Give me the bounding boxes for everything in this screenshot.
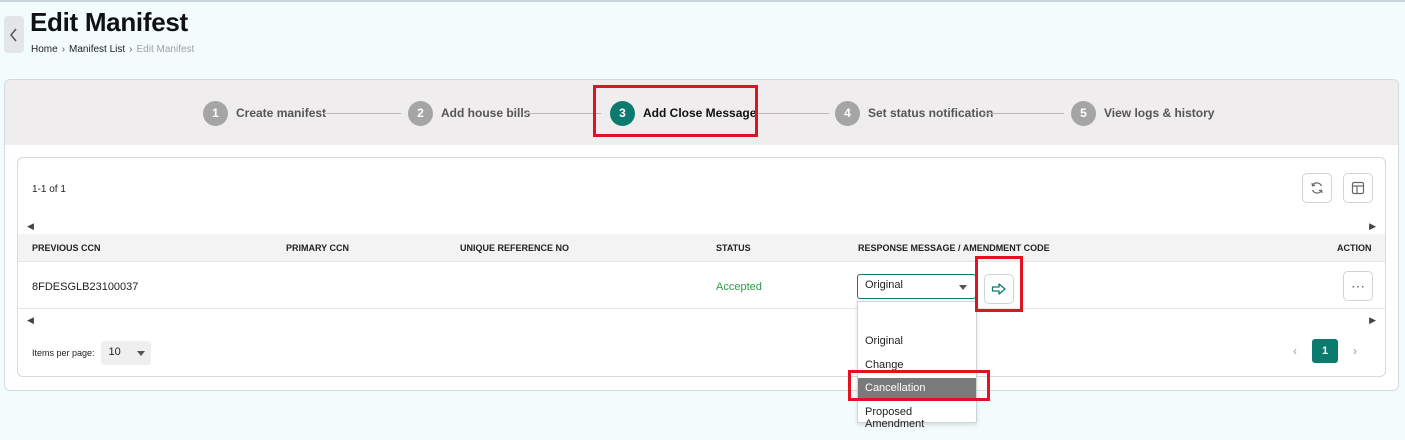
- stepper: 1 Create manifest 2 Add house bills 3 Ad…: [5, 80, 1398, 145]
- page-title: Edit Manifest: [30, 7, 188, 37]
- items-per-page-value: 10: [108, 346, 121, 358]
- next-page-icon[interactable]: ›: [1348, 344, 1362, 358]
- step-add-close-message[interactable]: 3 Add Close Message: [610, 100, 756, 126]
- page-button-current[interactable]: 1: [1312, 339, 1338, 363]
- column-header-previous-ccn[interactable]: PREVIOUS CCN: [32, 243, 101, 253]
- manifest-card: 1 Create manifest 2 Add house bills 3 Ad…: [4, 79, 1399, 391]
- caret-down-icon: [136, 351, 145, 356]
- step-set-status-notification[interactable]: 4 Set status notification: [835, 100, 993, 126]
- option-proposed-amendment[interactable]: Proposed Amendment: [858, 402, 976, 430]
- step-label: Set status notification: [868, 106, 994, 120]
- column-header-response-message[interactable]: RESPONSE MESSAGE / AMENDMENT CODE: [858, 243, 1050, 253]
- scroll-right-icon[interactable]: ▶: [1369, 315, 1376, 326]
- step-label: Add house bills: [441, 106, 531, 120]
- more-horizontal-icon: ⋯: [1351, 277, 1365, 294]
- table-row: 8FDESGLB23100037 Accepted Original ⋯: [18, 263, 1385, 309]
- breadcrumb: Home › Manifest List › Edit Manifest: [31, 44, 194, 55]
- horizontal-scrollbar-bottom[interactable]: ◀ ▶: [18, 313, 1385, 327]
- step-number: 1: [203, 100, 228, 126]
- top-border: [0, 0, 1405, 2]
- step-create-manifest[interactable]: 1 Create manifest: [203, 100, 326, 126]
- column-header-unique-ref[interactable]: UNIQUE REFERENCE NO: [460, 243, 569, 253]
- caret-down-icon: [959, 285, 967, 290]
- step-number: 3: [610, 100, 635, 126]
- select-value: Original: [865, 279, 903, 291]
- layout-icon: [1351, 181, 1365, 195]
- step-connector: [323, 113, 401, 114]
- step-view-logs-history[interactable]: 5 View logs & history: [1071, 100, 1214, 126]
- pagination: ‹ 1 ›: [1288, 339, 1362, 363]
- horizontal-scrollbar[interactable]: ◀ ▶: [18, 219, 1385, 233]
- items-per-page-select[interactable]: 10: [100, 341, 151, 365]
- column-header-action: ACTION: [1337, 243, 1372, 253]
- step-number: 4: [835, 100, 860, 126]
- scroll-right-icon[interactable]: ▶: [1369, 221, 1376, 232]
- refresh-button[interactable]: [1302, 173, 1332, 203]
- column-settings-button[interactable]: [1343, 173, 1373, 203]
- prev-page-icon[interactable]: ‹: [1288, 344, 1302, 358]
- arrow-right-icon: [991, 283, 1006, 295]
- breadcrumb-manifest-list[interactable]: Manifest List: [69, 44, 125, 55]
- step-number: 5: [1071, 100, 1096, 126]
- scroll-left-icon[interactable]: ◀: [27, 315, 34, 326]
- breadcrumb-separator-icon: ›: [129, 44, 133, 55]
- option-change[interactable]: Change: [858, 355, 976, 375]
- step-label: View logs & history: [1104, 106, 1215, 120]
- refresh-icon: [1311, 182, 1323, 194]
- step-connector: [757, 113, 829, 114]
- items-per-page-label: Items per page:: [32, 348, 95, 358]
- record-count: 1-1 of 1: [32, 184, 66, 195]
- table-container: 1-1 of 1 ◀ ▶ PREVIOUS CCN PRIMARY CCN UN…: [17, 157, 1386, 377]
- scroll-left-icon[interactable]: ◀: [27, 221, 34, 232]
- step-label: Add Close Message: [643, 106, 757, 120]
- column-header-status[interactable]: STATUS: [716, 243, 751, 253]
- items-per-page: Items per page: 10: [32, 341, 151, 365]
- row-actions-button[interactable]: ⋯: [1343, 271, 1373, 301]
- back-button[interactable]: [4, 16, 24, 53]
- option-cancellation[interactable]: Cancellation: [858, 378, 976, 398]
- cell-previous-ccn: 8FDESGLB23100037: [32, 281, 139, 293]
- submit-arrow-button[interactable]: [984, 274, 1014, 304]
- step-connector: [525, 113, 601, 114]
- response-message-dropdown: Original Change Cancellation Proposed Am…: [857, 301, 977, 430]
- step-number: 2: [408, 100, 433, 126]
- table-header: PREVIOUS CCN PRIMARY CCN UNIQUE REFERENC…: [18, 234, 1385, 262]
- step-add-house-bills[interactable]: 2 Add house bills: [408, 100, 530, 126]
- breadcrumb-separator-icon: ›: [61, 44, 66, 55]
- breadcrumb-current: Edit Manifest: [136, 44, 195, 55]
- response-message-select[interactable]: Original: [857, 274, 976, 299]
- column-header-primary-ccn[interactable]: PRIMARY CCN: [286, 243, 349, 253]
- option-original[interactable]: Original: [858, 331, 976, 351]
- breadcrumb-home[interactable]: Home: [31, 44, 58, 55]
- step-label: Create manifest: [236, 106, 327, 120]
- step-connector: [984, 113, 1064, 114]
- chevron-left-icon: [10, 28, 17, 41]
- status-badge: Accepted: [716, 281, 762, 293]
